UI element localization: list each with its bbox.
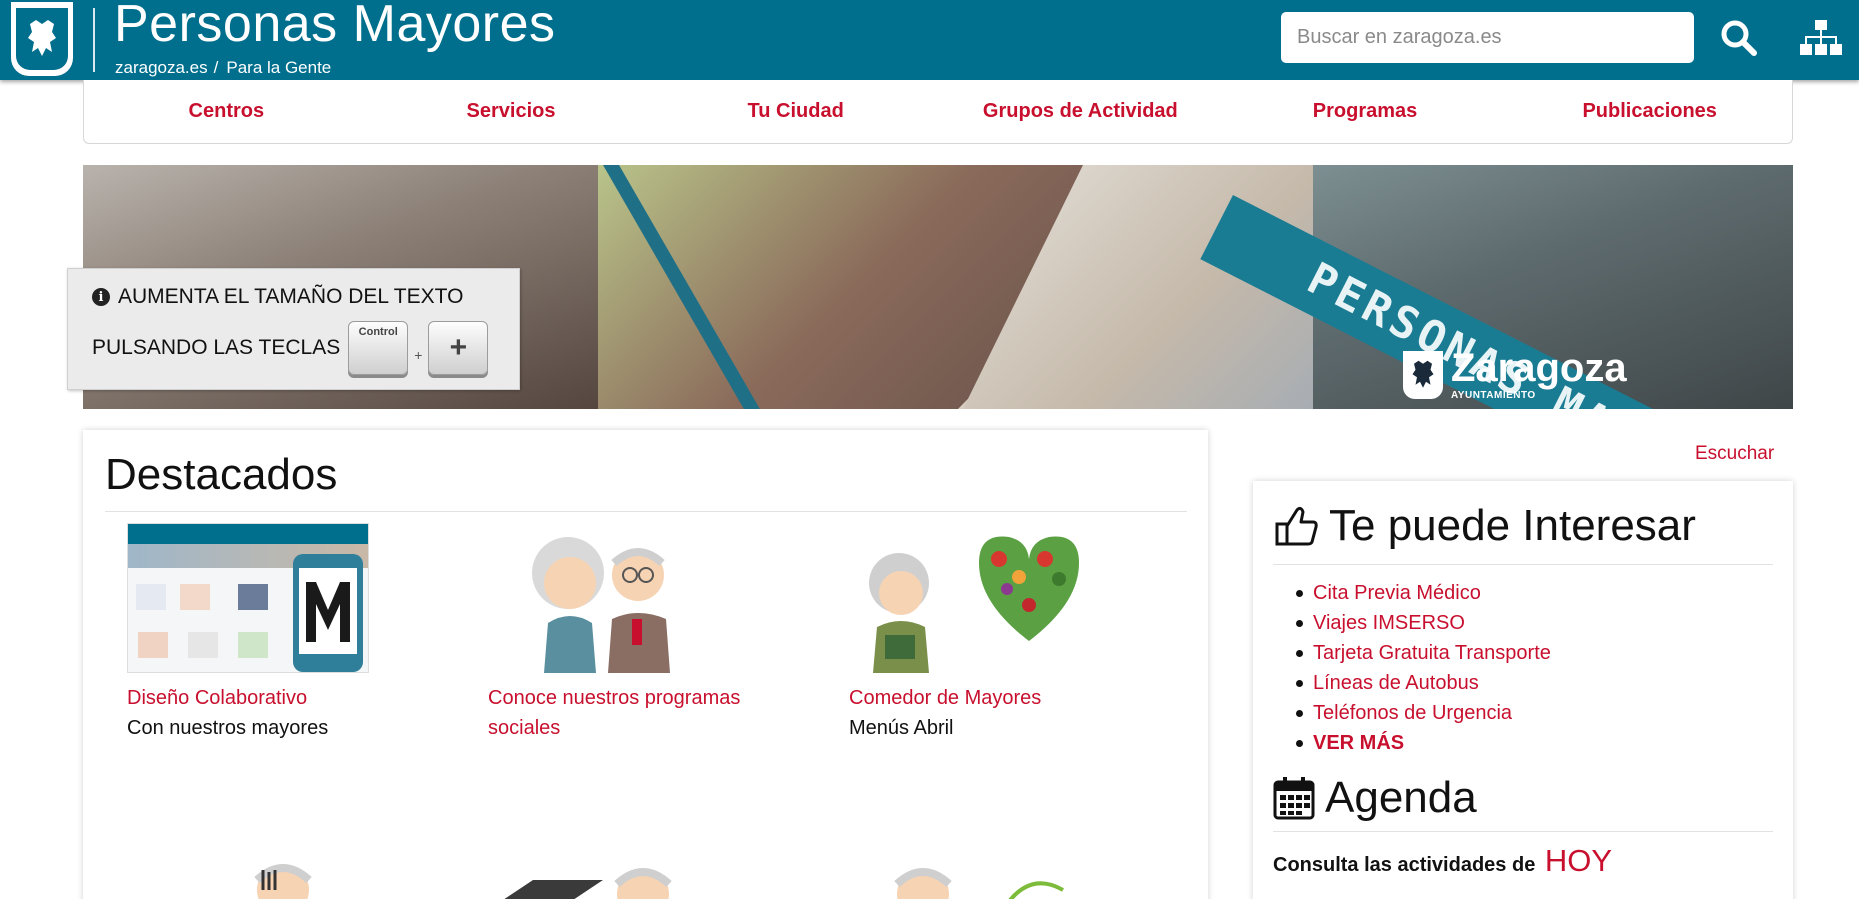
- featured-desc: Menús Abril: [849, 717, 954, 739]
- search-button[interactable]: [1715, 14, 1763, 62]
- thumbs-up-icon: [1275, 506, 1318, 546]
- interest-link-viajes-imserso[interactable]: Viajes IMSERSO: [1296, 608, 1551, 638]
- agenda-heading: Agenda: [1273, 773, 1477, 823]
- top-header: Personas Mayores zaragoza.es / Para la Gen…: [0, 0, 1859, 80]
- featured-link-diseno[interactable]: Diseño Colaborativo: [127, 683, 427, 713]
- nav-item-programas[interactable]: Programas: [1223, 80, 1508, 143]
- nav-item-publicaciones[interactable]: Publicaciones: [1507, 80, 1792, 143]
- control-key-icon: Control: [348, 321, 409, 375]
- nav-item-grupos-de-actividad[interactable]: Grupos de Actividad: [938, 80, 1223, 143]
- featured-item: Conoce nuestros programas sociales: [488, 523, 788, 743]
- sitemap-icon: [1800, 20, 1842, 55]
- interest-link-ver-mas[interactable]: VER MÁS: [1296, 728, 1551, 758]
- nav-item-centros[interactable]: Centros: [84, 80, 369, 143]
- breadcrumb-home-link[interactable]: zaragoza.es: [115, 58, 208, 77]
- featured-desc: Con nuestros mayores: [127, 717, 329, 739]
- sitemap-button[interactable]: [1796, 14, 1846, 62]
- interest-link-lineas-autobus[interactable]: Líneas de Autobus: [1296, 668, 1551, 698]
- agenda-title: Agenda: [1325, 773, 1477, 822]
- destacados-divider: [105, 511, 1187, 512]
- logo-inner: [16, 8, 68, 70]
- featured-thumbnail-partial: [504, 868, 672, 899]
- breadcrumb-separator: /: [213, 58, 219, 77]
- nav-item-tu-ciudad[interactable]: Tu Ciudad: [653, 80, 938, 143]
- hint-line2: PULSANDO LAS TECLAS: [92, 336, 341, 359]
- website-preview-thumbnail[interactable]: [127, 523, 369, 673]
- destacados-card: Destacados Diseño Colaborativo Con nuest…: [83, 430, 1208, 899]
- key-plus-separator: +: [414, 347, 423, 363]
- plus-key-icon: +: [428, 321, 489, 375]
- agenda-consulta-text: Consulta las actividades de: [1273, 854, 1536, 876]
- calendar-icon: [1273, 777, 1315, 820]
- featured-item: Diseño Colaborativo Con nuestros mayores: [127, 523, 427, 743]
- banner-brand: Zaragoza AYUNTAMIENTO: [1403, 348, 1627, 401]
- lion-icon: [28, 20, 56, 56]
- interest-link-tarjeta-transporte[interactable]: Tarjeta Gratuita Transporte: [1296, 638, 1551, 668]
- interest-divider: [1273, 564, 1773, 565]
- m-letter-icon: [306, 582, 350, 642]
- agenda-divider: [1273, 831, 1773, 832]
- banner-brand-sub: AYUNTAMIENTO: [1451, 390, 1536, 401]
- destacados-title: Destacados: [105, 450, 338, 499]
- featured-thumbnail-partial: [894, 868, 1064, 899]
- text-size-hint: i AUMENTA EL TAMAÑO DEL TEXTO PULSANDO L…: [67, 268, 520, 390]
- zaragoza-shield-icon: [1403, 350, 1443, 399]
- banner-brand-name: Zaragoza: [1451, 346, 1627, 390]
- breadcrumb: zaragoza.es / Para la Gente: [115, 58, 331, 78]
- hint-line1: AUMENTA EL TAMAÑO DEL TEXTO: [118, 285, 464, 308]
- nav-item-servicios[interactable]: Servicios: [369, 80, 654, 143]
- interest-heading: Te puede Interesar: [1273, 501, 1696, 551]
- interest-link-telefonos-urgencia[interactable]: Teléfonos de Urgencia: [1296, 698, 1551, 728]
- grandmother-vegetable-heart-illustration[interactable]: [849, 523, 1091, 673]
- site-title: Personas Mayores: [114, 0, 556, 53]
- zaragoza-lion-shield-icon[interactable]: [11, 2, 73, 76]
- header-divider: [93, 8, 95, 72]
- featured-thumbnail-partial: [254, 864, 312, 899]
- agenda-hoy-link[interactable]: HOY: [1545, 843, 1612, 878]
- main-nav: Centros Servicios Tu Ciudad Grupos de Ac…: [83, 80, 1793, 144]
- elderly-couple-illustration[interactable]: [488, 523, 730, 673]
- listen-link[interactable]: Escuchar: [1695, 443, 1774, 465]
- interest-title: Te puede Interesar: [1329, 501, 1696, 550]
- featured-item: Comedor de Mayores Menús Abril: [849, 523, 1149, 743]
- search-icon: [1721, 20, 1757, 56]
- info-icon: i: [92, 288, 110, 306]
- featured-link-comedor[interactable]: Comedor de Mayores: [849, 683, 1149, 713]
- breadcrumb-current-link[interactable]: Para la Gente: [226, 58, 331, 77]
- agenda-consulta: Consulta las actividades de HOY: [1273, 843, 1612, 879]
- interest-link-cita-previa[interactable]: Cita Previa Médico: [1296, 578, 1551, 608]
- search-input[interactable]: [1281, 12, 1694, 63]
- featured-link-programas[interactable]: Conoce nuestros programas sociales: [488, 683, 788, 743]
- interest-list: Cita Previa Médico Viajes IMSERSO Tarjet…: [1296, 578, 1551, 758]
- sidebar-card: Te puede Interesar Cita Previa Médico Vi…: [1253, 481, 1793, 899]
